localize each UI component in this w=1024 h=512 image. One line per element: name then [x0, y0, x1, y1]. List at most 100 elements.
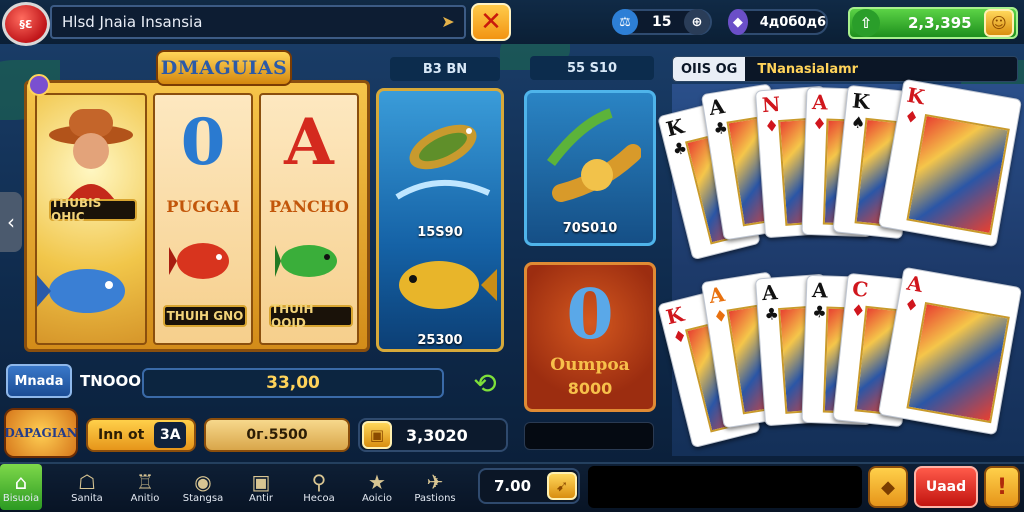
arrow-icon[interactable]: ➤ — [438, 12, 458, 32]
fish-bonus-card[interactable]: 15S90 25300 — [376, 88, 504, 352]
tnoo-label: TNOOO — [80, 372, 142, 390]
nav-sanita-icon: ☖ — [78, 469, 96, 494]
info-button[interactable]: ! — [984, 466, 1020, 508]
credit-value: 3,3020 — [406, 425, 468, 445]
card-rank: A — [811, 278, 829, 303]
card-rank: K — [905, 82, 927, 110]
reel-3-label: THUIH OOID — [269, 302, 353, 330]
nav-item-label: Anitio — [130, 492, 160, 504]
reel-3[interactable]: A PANCHO THUIH OOID — [259, 93, 359, 345]
game-logo: DAPAGIAN — [4, 408, 78, 458]
menu-button[interactable]: Mnada — [6, 364, 72, 398]
card-face-art — [906, 113, 1010, 236]
scale-icon: ⚖ — [612, 9, 638, 35]
credit-box: ▣ 3,3020 — [358, 418, 508, 452]
reel-1[interactable]: THUBIS OHIC — [35, 93, 147, 345]
gem-value: 4д0б0д6 — [759, 14, 826, 30]
jumping-fish-icon — [395, 124, 491, 200]
gem-badge-icon — [28, 74, 50, 96]
speed-value: 7.00 — [494, 477, 532, 495]
gem-icon: ◆ — [728, 9, 748, 35]
spin-arrow-icon[interactable]: ➹ — [547, 472, 578, 500]
nav-aoicio-icon: ★ — [368, 469, 386, 494]
oumpoa-bonus-card[interactable]: 0 Oumpoa 8000 — [524, 262, 656, 412]
card-suit-icon: ♣ — [811, 302, 827, 322]
win-progress-bar: 33,00 — [142, 368, 444, 398]
orange-card-value: 8000 — [567, 379, 613, 398]
stop-button[interactable]: §Ɛ — [2, 2, 50, 46]
reel-2[interactable]: 0 PUGGAI THUIH GNO — [153, 93, 253, 345]
card-suit-icon: ♦ — [811, 114, 827, 134]
nav-item-antir[interactable]: ▣ Antir — [232, 464, 290, 510]
nav-anitio-icon: ♖ — [136, 469, 154, 494]
nav-item-aoicio[interactable]: ★ Aoicio — [348, 464, 406, 510]
nav-item-label: Hecoa — [303, 492, 335, 504]
nav-hecoa-icon: ⚲ — [311, 469, 327, 494]
nav-item-sanita[interactable]: ☖ Sanita — [58, 464, 116, 510]
banana-bundle-icon — [547, 108, 641, 202]
nav-item-pastions[interactable]: ✈ Pastions — [406, 464, 464, 510]
red-fish-icon — [169, 243, 229, 279]
card-face-art — [906, 301, 1010, 424]
inn-value: 3A — [154, 422, 187, 448]
card-rank: K — [663, 113, 687, 142]
card-rank: A — [707, 281, 727, 309]
card-suit-icon: ♣ — [711, 117, 730, 139]
add-coins-button[interactable]: ☺ — [984, 9, 1014, 37]
playing-card[interactable]: K ♦ — [877, 78, 1023, 248]
orange-card-name: Oumpoa — [550, 355, 630, 375]
fish-card-value-2: 25300 — [417, 333, 463, 348]
card-suit-icon: ♠ — [850, 112, 867, 133]
nav-item-anitio[interactable]: ♖ Anitio — [116, 464, 174, 510]
inn-label: Inn ot — [98, 427, 145, 443]
chest-icon: ▣ — [362, 421, 392, 449]
plus-icon[interactable]: ⊕ — [684, 9, 710, 35]
nav-stangsa-icon: ◉ — [194, 469, 212, 494]
up-arrow-button[interactable]: ◆ — [868, 466, 908, 508]
banana-bonus-card[interactable]: 70S010 — [524, 90, 656, 246]
message-bar — [588, 466, 862, 508]
cards-panel-title: TNanasialamr — [757, 61, 859, 77]
game-title: Hlsd Jnaia Insansia — [62, 13, 203, 31]
nav-item-label: Bisuoia — [2, 492, 40, 504]
card-rank: A — [761, 280, 779, 306]
bonus-card-header: 55 S10 — [530, 56, 654, 80]
nav-item-stangsa[interactable]: ◉ Stangsa — [174, 464, 232, 510]
cards-panel-header: OIIS OG TNanasialamr — [672, 56, 1018, 82]
game-title-bar[interactable]: Hlsd Jnaia Insansia ➤ — [50, 5, 466, 39]
fish-card-header: B3 BN — [390, 57, 500, 81]
bet-amount-box[interactable]: 0г.5500 — [204, 418, 350, 452]
empty-info-bar — [524, 422, 654, 450]
reel-2-label: THUIH GNO — [163, 305, 247, 327]
red-action-button[interactable]: Uaad — [914, 466, 978, 508]
nav-item-bisuoia[interactable]: ⌂ Bisuoia — [0, 464, 42, 510]
previous-arrow-icon[interactable]: ‹ — [0, 192, 22, 252]
card-rank: A — [707, 93, 727, 121]
card-suit-icon: ♦ — [902, 106, 921, 128]
close-button[interactable]: ✕ — [471, 3, 511, 41]
card-rank: A — [811, 90, 829, 115]
reel-1-label: THUBIS OHIC — [49, 196, 137, 224]
nav-item-hecoa[interactable]: ⚲ Hecoa — [290, 464, 348, 510]
card-suit-icon: ♦ — [902, 294, 921, 316]
nav-item-label: Pastions — [414, 492, 456, 504]
card-suit-icon: ♣ — [763, 304, 780, 325]
playing-card[interactable]: A ♦ — [877, 266, 1023, 436]
refresh-icon[interactable]: ⟲ — [466, 366, 504, 400]
coin-icon: ⇧ — [852, 9, 880, 37]
card-rank: K — [663, 301, 687, 330]
nav-item-label: Stangsa — [182, 492, 224, 504]
inn-button[interactable]: Inn ot 3A — [86, 418, 196, 452]
card-suit-icon: ♦ — [711, 305, 730, 327]
reel-2-letter: 0 — [180, 105, 226, 180]
reel-3-name: PANCHO — [269, 197, 349, 216]
slot-logo: DMAGUIAS — [156, 50, 292, 86]
card-rank: K — [851, 88, 871, 115]
reel-2-name: PUGGAI — [166, 197, 240, 216]
card-rank: N — [761, 91, 782, 118]
banana-card-value: 70S010 — [562, 221, 618, 236]
level-value: 15 — [652, 14, 672, 30]
level-counter: ⚖ 15 ⊕ — [612, 9, 712, 35]
speed-box[interactable]: 7.00 ➹ — [478, 468, 580, 504]
fish-card-value-1: 15S90 — [417, 225, 463, 240]
